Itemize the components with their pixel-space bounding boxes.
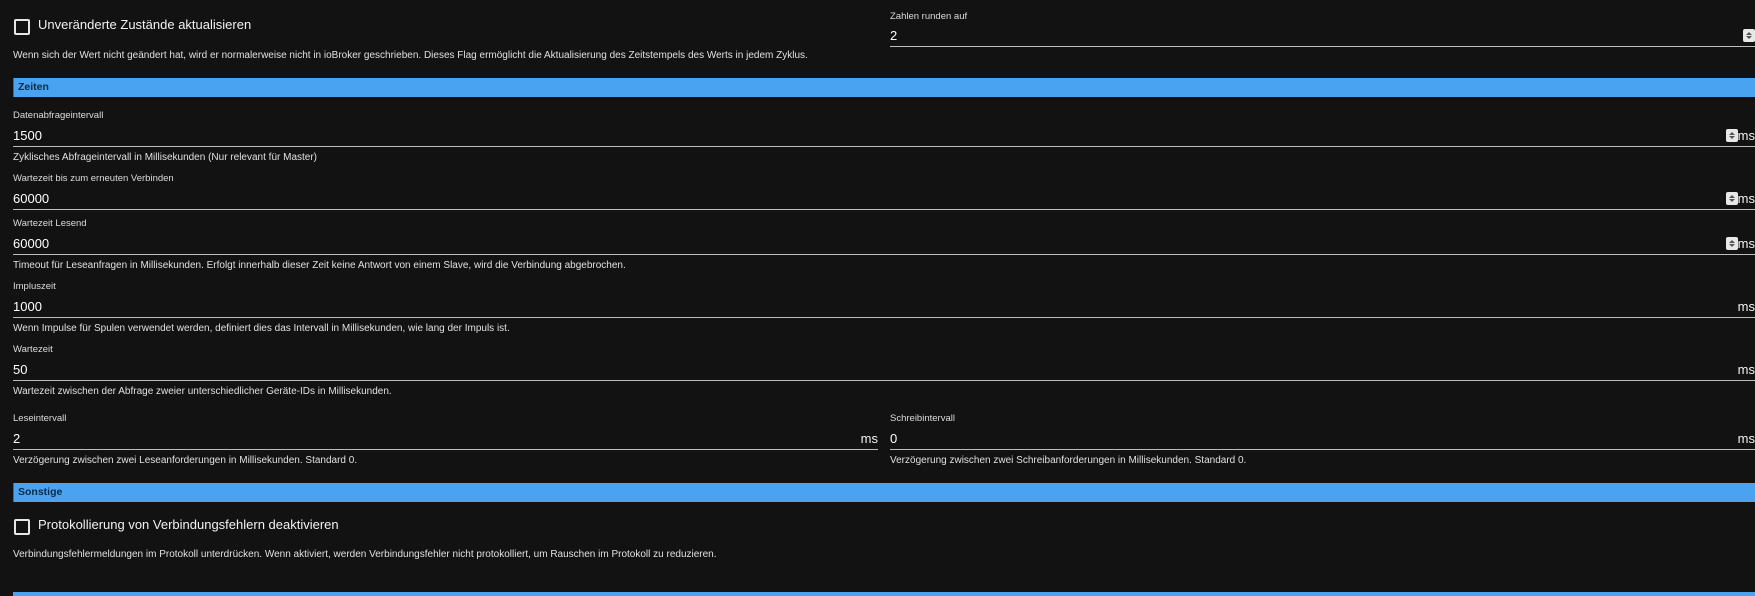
wait-time-input[interactable] — [13, 359, 1407, 379]
disable-conn-errors-label: Protokollierung von Verbindungsfehlern d… — [38, 517, 339, 532]
round-numbers-field[interactable] — [890, 25, 1755, 47]
poll-interval-field[interactable]: ms — [13, 125, 1755, 147]
reconnect-timeout-label: Wartezeit bis zum erneuten Verbinden — [13, 173, 174, 184]
section-other-title: Sonstige — [18, 486, 63, 498]
reconnect-timeout-input[interactable] — [13, 188, 1407, 208]
read-interval-input[interactable] — [13, 428, 705, 448]
section-times-title: Zeiten — [18, 81, 49, 93]
disable-conn-errors-help: Verbindungsfehlermeldungen im Protokoll … — [13, 549, 717, 560]
section-times: Zeiten — [13, 78, 1755, 97]
update-unchanged-label: Unveränderte Zustände aktualisieren — [38, 17, 252, 32]
read-timeout-unit: ms — [1737, 236, 1755, 251]
read-timeout-help: Timeout für Leseanfragen in Millisekunde… — [13, 260, 626, 271]
poll-interval-input[interactable] — [13, 125, 1407, 145]
write-interval-unit: ms — [1737, 431, 1755, 446]
read-interval-field[interactable]: ms — [13, 428, 878, 450]
pulse-time-field[interactable]: ms — [13, 296, 1755, 318]
section-other: Sonstige — [13, 483, 1755, 502]
poll-interval-label: Datenabfrageintervall — [13, 110, 104, 121]
reconnect-timeout-unit: ms — [1737, 191, 1755, 206]
update-unchanged-checkbox[interactable] — [14, 19, 30, 35]
poll-interval-unit: ms — [1737, 128, 1755, 143]
pulse-time-label: Impluszeit — [13, 281, 56, 292]
wait-time-field[interactable]: ms — [13, 359, 1755, 381]
wait-time-help: Wartezeit zwischen der Abfrage zweier un… — [13, 386, 392, 397]
round-numbers-spinner[interactable] — [1743, 29, 1755, 42]
read-interval-unit: ms — [860, 431, 878, 446]
reconnect-timeout-spinner[interactable] — [1726, 192, 1738, 205]
round-numbers-label: Zahlen runden auf — [890, 11, 968, 22]
pulse-time-unit: ms — [1737, 299, 1755, 314]
disable-conn-errors-checkbox[interactable] — [14, 519, 30, 535]
round-numbers-input[interactable] — [890, 25, 1582, 45]
write-interval-field[interactable]: ms — [890, 428, 1755, 450]
reconnect-timeout-field[interactable]: ms — [13, 188, 1755, 210]
pulse-time-input[interactable] — [13, 296, 1407, 316]
wait-time-label: Wartezeit — [13, 344, 53, 355]
pulse-time-help: Wenn Impulse für Spulen verwendet werden… — [13, 323, 510, 334]
poll-interval-help: Zyklisches Abfrageintervall in Milliseku… — [13, 152, 318, 163]
write-interval-input[interactable] — [890, 428, 1582, 448]
read-timeout-spinner[interactable] — [1726, 237, 1738, 250]
read-timeout-field[interactable]: ms — [13, 233, 1755, 255]
wait-time-unit: ms — [1737, 362, 1755, 377]
read-interval-help: Verzögerung zwischen zwei Leseanforderun… — [13, 455, 358, 466]
write-interval-help: Verzögerung zwischen zwei Schreibanforde… — [890, 455, 1247, 466]
next-section-bar — [13, 592, 1755, 596]
read-timeout-label: Wartezeit Lesend — [13, 218, 87, 229]
poll-interval-spinner[interactable] — [1726, 129, 1738, 142]
update-unchanged-help: Wenn sich der Wert nicht geändert hat, w… — [13, 50, 808, 61]
write-interval-label: Schreibintervall — [890, 413, 955, 424]
read-timeout-input[interactable] — [13, 233, 1407, 253]
read-interval-label: Leseintervall — [13, 413, 67, 424]
